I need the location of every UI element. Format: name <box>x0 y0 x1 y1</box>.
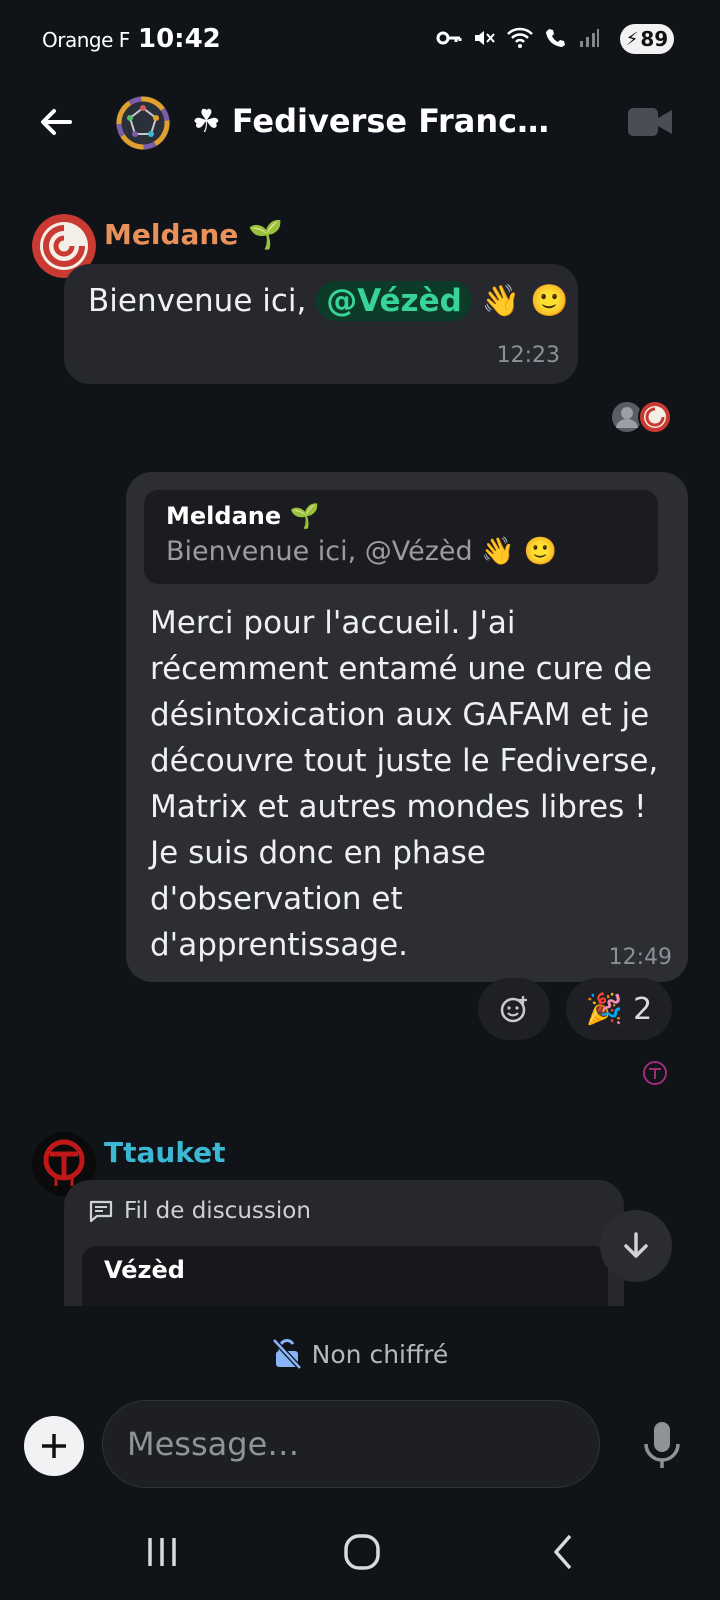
encryption-status-text: Non chiffré <box>311 1339 449 1369</box>
plus-icon <box>42 1434 66 1458</box>
battery-indicator: ⚡ 89 <box>620 24 674 54</box>
quote-sender: Meldane 🌱 <box>166 502 320 530</box>
message-input[interactable] <box>127 1425 575 1463</box>
sender-name[interactable]: Meldane 🌱 <box>104 218 283 251</box>
sender-name[interactable]: Ttauket <box>104 1136 226 1169</box>
room-header: ☘ Fediverse Francoph… <box>0 80 720 164</box>
nav-back-icon[interactable] <box>534 1530 594 1574</box>
arrow-down-icon <box>624 1232 648 1258</box>
carrier-label: Orange F <box>42 28 130 52</box>
battery-level: 89 <box>640 27 669 51</box>
scroll-to-bottom-button[interactable] <box>600 1210 672 1282</box>
thread-message-bubble[interactable]: Fil de discussion Vézèd <box>64 1180 624 1310</box>
receipt-avatar <box>638 400 672 434</box>
signal-icon <box>580 29 599 47</box>
attach-button[interactable] <box>24 1416 84 1476</box>
message-text: Merci pour l'accueil. J'ai récemment ent… <box>150 605 659 963</box>
system-nav-bar <box>0 1500 720 1600</box>
microphone-icon[interactable] <box>640 1420 684 1470</box>
recent-apps-icon[interactable] <box>132 1530 192 1574</box>
add-reaction-button[interactable] <box>478 978 550 1040</box>
clock: 10:42 <box>138 24 221 54</box>
quote-text: Bienvenue ici, @Vézèd 👋 🙂 <box>166 536 558 567</box>
message-timestamp: 12:49 <box>608 945 672 970</box>
encryption-status: Non chiffré <box>0 1338 720 1370</box>
party-popper-icon: 🎉 <box>585 991 624 1027</box>
own-message-bubble[interactable]: Meldane 🌱 Bienvenue ici, @Vézèd 👋 🙂 Merc… <box>126 472 688 982</box>
message-text: Bienvenue ici, @Vézèd 👋 🙂 <box>88 281 569 321</box>
wifi-icon <box>507 27 533 48</box>
thread-sender: Vézèd <box>104 1256 185 1284</box>
read-receipts[interactable] <box>610 400 672 434</box>
message-timestamp: 12:23 <box>496 343 560 368</box>
call-wifi-icon <box>546 29 565 47</box>
thread-icon <box>89 1200 113 1223</box>
message-bubble[interactable]: Bienvenue ici, @Vézèd 👋 🙂 12:23 <box>64 264 578 384</box>
room-title[interactable]: ☘ Fediverse Francoph… <box>192 102 564 140</box>
charging-icon: ⚡ <box>625 28 639 50</box>
thread-label[interactable]: Fil de discussion <box>88 1198 311 1224</box>
reaction-count: 2 <box>633 991 653 1027</box>
status-bar: Orange F 10:42 ⚡ 89 <box>0 0 720 80</box>
back-arrow-icon[interactable] <box>34 100 78 144</box>
status-icons <box>436 26 600 50</box>
key-icon <box>436 31 462 45</box>
add-emoji-icon <box>500 996 527 1023</box>
unlocked-icon <box>271 1338 302 1370</box>
thread-preview[interactable]: Vézèd <box>82 1246 608 1310</box>
video-call-icon[interactable] <box>626 104 674 140</box>
reaction-chip[interactable]: 🎉 2 <box>566 978 672 1040</box>
room-avatar[interactable] <box>114 94 172 152</box>
home-icon[interactable] <box>332 1530 392 1574</box>
mute-icon <box>475 31 495 45</box>
message-composer[interactable] <box>102 1400 600 1488</box>
reply-quote[interactable]: Meldane 🌱 Bienvenue ici, @Vézèd 👋 🙂 <box>144 490 658 584</box>
thread-label-text: Fil de discussion <box>124 1198 311 1224</box>
user-mention-pill[interactable]: @Vézèd <box>316 281 472 321</box>
read-receipt-avatar[interactable] <box>642 1060 668 1086</box>
